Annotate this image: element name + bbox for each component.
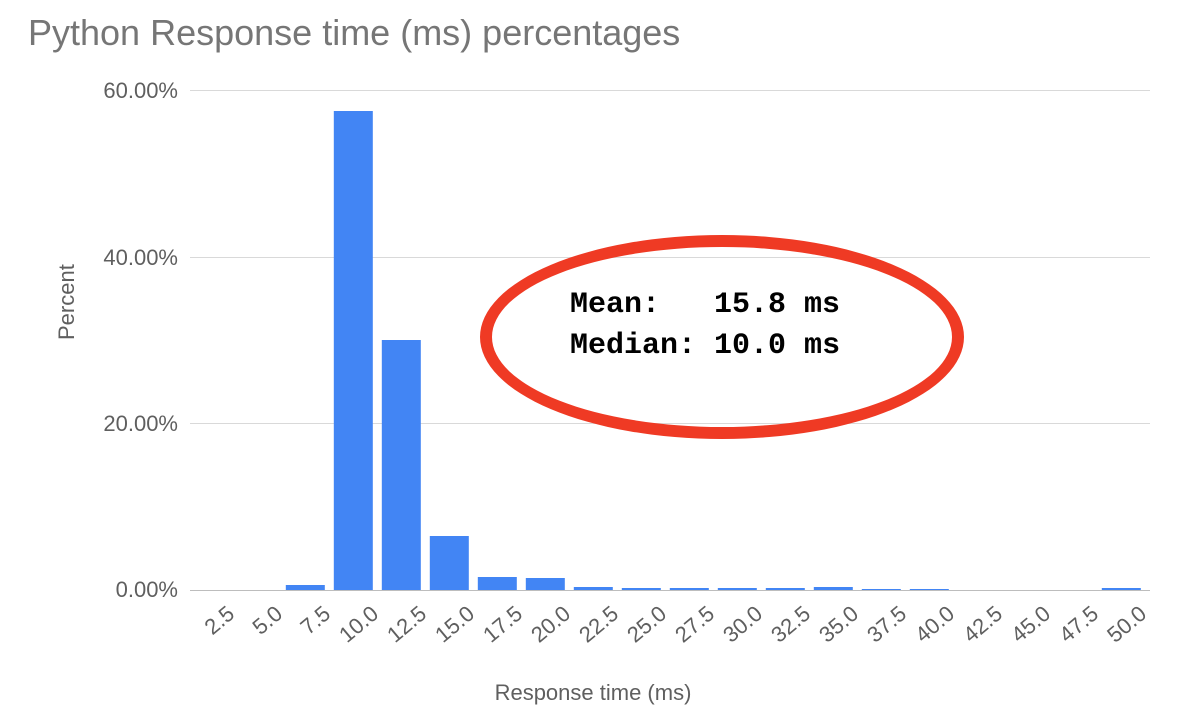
- x-tick-label: 5.0: [241, 593, 288, 640]
- bar-slot: 5.0: [238, 90, 286, 590]
- annotation-mean-label: Mean:: [570, 288, 660, 322]
- y-axis-title: Percent: [54, 264, 80, 340]
- x-tick-label: 2.5: [193, 593, 240, 640]
- bar: [622, 588, 660, 590]
- bar: [910, 589, 948, 590]
- y-tick-label: 40.00%: [103, 245, 190, 271]
- chart-root: Python Response time (ms) percentages Pe…: [0, 0, 1186, 726]
- bar: [478, 577, 516, 590]
- y-tick-label: 60.00%: [103, 78, 190, 104]
- bar-slot: 47.5: [1054, 90, 1102, 590]
- bar-slot: 42.5: [958, 90, 1006, 590]
- bar: [286, 585, 324, 590]
- y-tick-label: 0.00%: [116, 577, 190, 603]
- bar: [1102, 588, 1140, 590]
- annotation-median-label: Median:: [570, 329, 696, 363]
- annotation-stats: Mean: 15.8 ms Median: 10.0 ms: [570, 285, 840, 366]
- x-tick-label: 7.5: [289, 593, 336, 640]
- bar-slot: 50.0: [1102, 90, 1150, 590]
- bar: [382, 340, 420, 590]
- bar-slot: 2.5: [190, 90, 238, 590]
- bar: [862, 589, 900, 590]
- annotation-median-value: 10.0 ms: [714, 329, 840, 363]
- chart-title: Python Response time (ms) percentages: [28, 12, 680, 54]
- x-axis-title: Response time (ms): [495, 680, 692, 706]
- y-tick-label: 20.00%: [103, 411, 190, 437]
- bar-slot: 12.5: [382, 90, 430, 590]
- bar: [766, 588, 804, 590]
- bar: [526, 578, 564, 590]
- bar: [334, 111, 372, 590]
- bar-slot: 10.0: [334, 90, 382, 590]
- bar: [574, 587, 612, 590]
- plot-area: 0.00% 20.00% 40.00% 60.00% 2.55.07.510.0…: [190, 90, 1150, 591]
- bar-slot: 7.5: [286, 90, 334, 590]
- annotation-mean-value: 15.8 ms: [714, 288, 840, 322]
- bar: [670, 588, 708, 590]
- x-tick-label: 50.0: [1096, 593, 1152, 648]
- bar-slot: 15.0: [430, 90, 478, 590]
- bar: [430, 536, 468, 590]
- bar: [814, 587, 852, 590]
- bar-slot: 45.0: [1006, 90, 1054, 590]
- bar: [718, 588, 756, 590]
